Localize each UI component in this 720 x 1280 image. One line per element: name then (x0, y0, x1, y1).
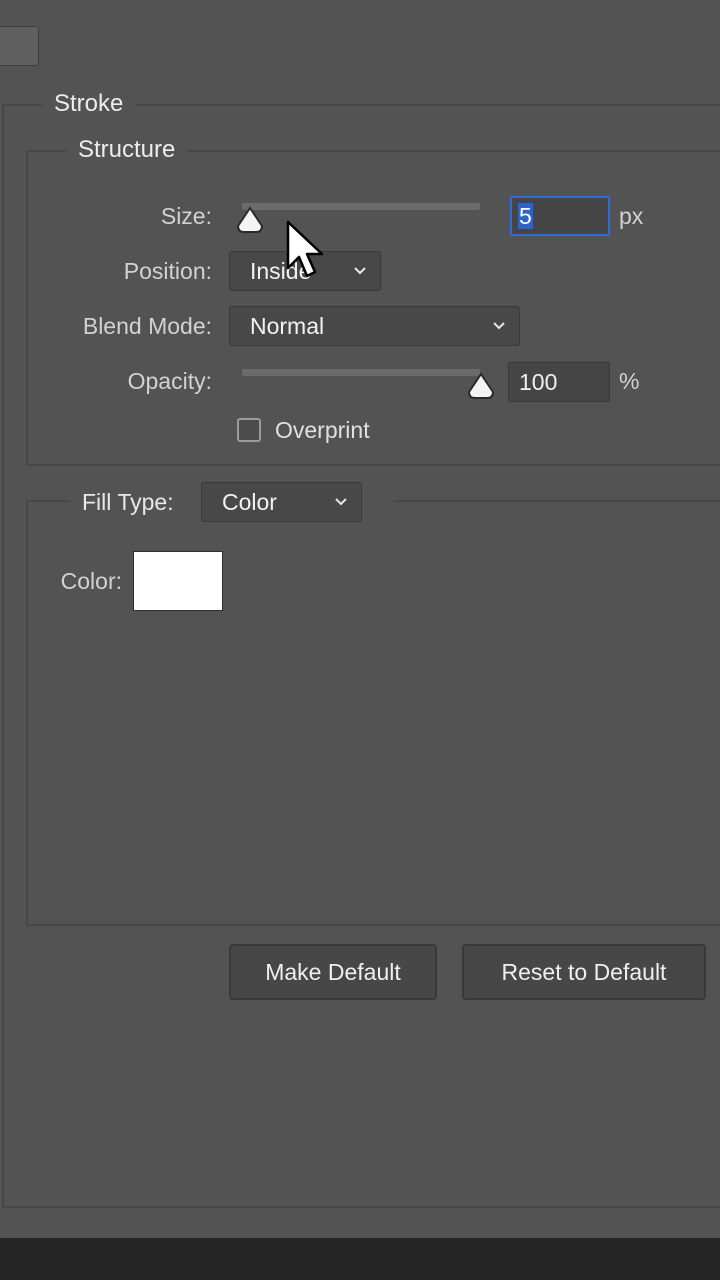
opacity-slider-thumb-icon[interactable] (467, 372, 495, 400)
chevron-down-icon (493, 322, 505, 330)
chevron-down-icon (354, 267, 366, 275)
size-slider-track[interactable] (242, 203, 480, 210)
color-swatch[interactable] (133, 551, 223, 611)
bottom-bar (0, 1238, 720, 1280)
chevron-down-icon (335, 498, 347, 506)
blend-mode-dropdown-value: Normal (250, 313, 325, 339)
fill-type-dropdown-value: Color (222, 489, 277, 515)
blend-mode-label: Blend Mode: (82, 313, 212, 339)
fill-type-label: Fill Type: (82, 489, 174, 515)
panel-tab-edge[interactable] (0, 26, 39, 66)
position-label: Position: (123, 258, 212, 284)
structure-legend: Structure (66, 135, 188, 165)
make-default-button[interactable]: Make Default (229, 944, 437, 1000)
size-input[interactable]: 5 (510, 196, 610, 236)
opacity-input[interactable]: 100 (508, 362, 610, 402)
opacity-unit: % (619, 368, 640, 394)
fill-group-frame (26, 500, 720, 926)
opacity-label: Opacity: (127, 368, 212, 394)
size-label: Size: (160, 203, 212, 229)
size-unit: px (619, 203, 644, 229)
blend-mode-dropdown[interactable]: Normal (229, 306, 520, 346)
size-slider-thumb-icon[interactable] (236, 206, 264, 234)
size-input-value: 5 (518, 203, 533, 229)
opacity-slider-track[interactable] (242, 369, 480, 376)
fill-type-dropdown[interactable]: Color (201, 482, 362, 522)
opacity-input-value: 100 (519, 369, 558, 395)
color-label: Color: (60, 568, 122, 594)
reset-to-default-button[interactable]: Reset to Default (462, 944, 706, 1000)
layer-style-stroke-panel: Stroke Structure Size: 5 px Position: In… (0, 0, 720, 1280)
overprint-label: Overprint (275, 417, 370, 443)
mouse-pointer-icon (286, 220, 324, 278)
stroke-legend: Stroke (42, 89, 136, 119)
overprint-checkbox[interactable] (237, 418, 261, 442)
